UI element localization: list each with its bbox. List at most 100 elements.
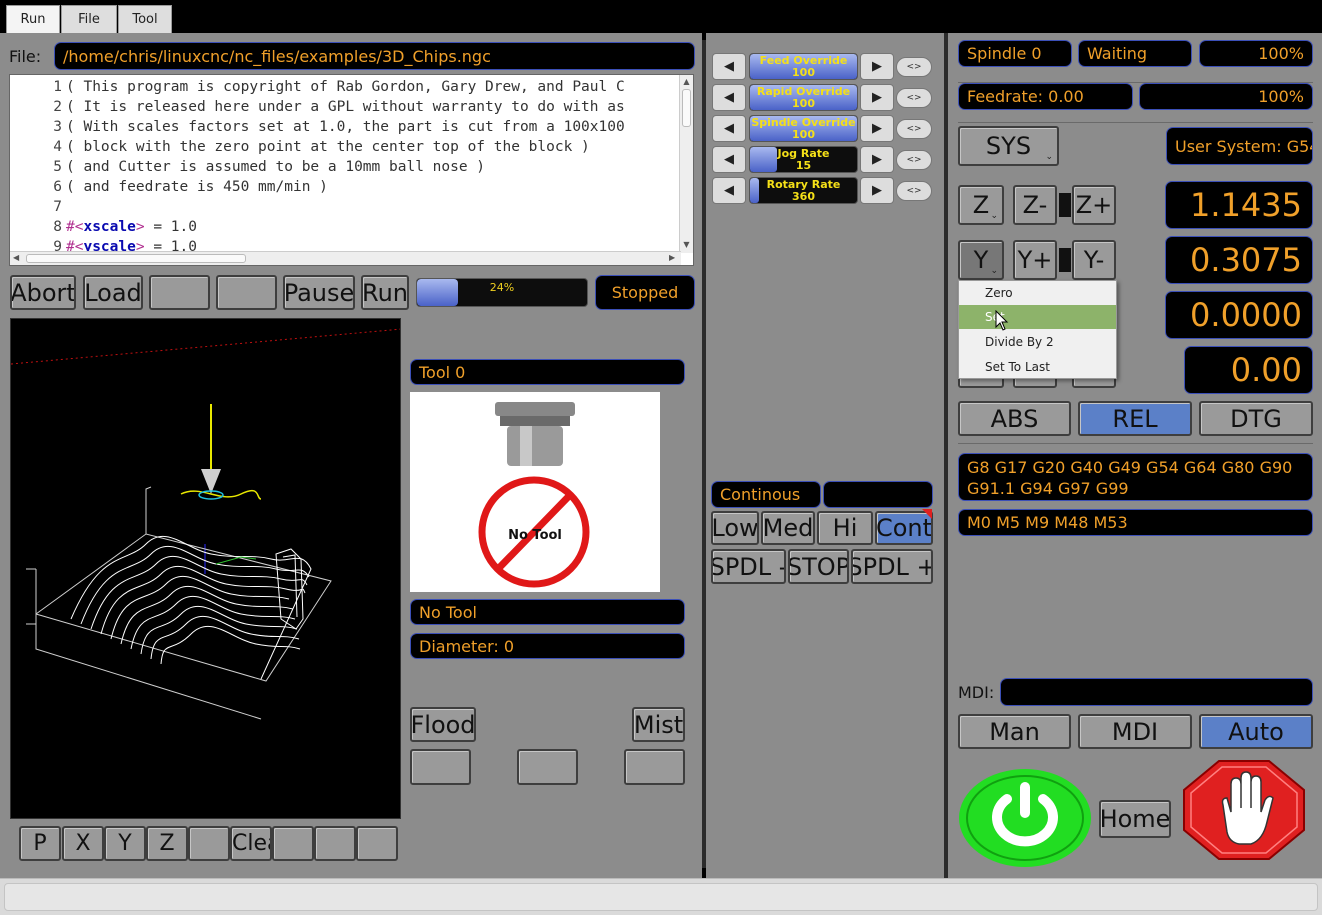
override-increase-button[interactable]: ▶ [860,146,894,173]
power-button[interactable] [957,767,1093,869]
preview-view-y-button[interactable]: Y [104,826,146,861]
override-increase-button[interactable]: ▶ [860,53,894,80]
jog-increment-med-button[interactable]: Med [761,511,815,545]
scroll-down-icon[interactable]: ▼ [681,240,692,250]
spindle-plus-button[interactable]: SPDL + [851,549,933,584]
slider-value: 100 [792,97,815,110]
scroll-thumb[interactable] [26,254,246,263]
mode-mdi-button[interactable]: MDI [1078,714,1192,749]
home-button[interactable]: Home [1099,800,1171,838]
scroll-up-icon[interactable]: ▲ [681,77,692,87]
override-increase-button[interactable]: ▶ [860,84,894,111]
user-system-display: User System: G54 [1166,127,1313,165]
mist-button[interactable]: Mist [632,707,685,742]
mode-manual-button[interactable]: Man [958,714,1071,749]
toolpath-plot [11,328,400,720]
pause-button[interactable]: Pause [283,275,355,310]
override-decrease-button[interactable]: ◀ [712,177,746,204]
override-decrease-button[interactable]: ◀ [712,146,746,173]
blank-button[interactable] [410,749,471,785]
feedrate-display: Feedrate: 0.00 [958,83,1133,110]
axis-z-select-button[interactable]: Z ⌄ [958,185,1004,225]
code-text: = 1.0 [144,219,197,235]
3d-preview[interactable] [10,318,401,819]
abort-button[interactable]: Abort [10,275,76,310]
override-preset-dropdown[interactable]: <> [896,88,932,108]
estop-button[interactable] [1183,760,1305,860]
override-decrease-button[interactable]: ◀ [712,115,746,142]
override-slider[interactable]: Rapid Override 100 [749,84,858,111]
jog-increment-low-button[interactable]: Low [711,511,759,545]
tab-run[interactable]: Run [6,5,60,33]
tab-file[interactable]: File [61,5,117,33]
vertical-scrollbar[interactable]: ▲ ▼ [679,75,693,253]
progress-bar: 24% [416,278,588,307]
spindle-minus-button[interactable]: SPDL - [711,549,786,584]
preview-clear-button[interactable]: Clea [230,826,272,861]
preview-view-z-button[interactable]: Z [146,826,188,861]
line-number: 1 [53,79,62,95]
scroll-right-icon[interactable]: ▶ [669,253,675,262]
override-preset-dropdown[interactable]: <> [896,181,932,201]
sys-button[interactable]: SYS ⌄ [958,126,1059,166]
menu-item-set[interactable]: Set [959,305,1116,329]
blank-button[interactable] [216,275,277,310]
jog-increment-hi-button[interactable]: Hi [817,511,873,545]
override-preset-dropdown[interactable]: <> [896,150,932,170]
menu-item-zero[interactable]: Zero [959,281,1116,305]
horizontal-scrollbar[interactable]: ◀ ▶ [10,251,681,265]
line-number: 7 [53,199,62,215]
override-slider[interactable]: Rotary Rate 360 [749,177,858,204]
code-line: 1( This program is copyright of Rab Gord… [10,77,624,97]
jog-z-minus-button[interactable]: Z- [1013,185,1057,225]
scroll-left-icon[interactable]: ◀ [13,253,19,262]
menu-item-set-to-last[interactable]: Set To Last [959,355,1116,379]
jog-z-plus-button[interactable]: Z+ [1072,185,1116,225]
override-slider[interactable]: Jog Rate 15 [749,146,858,173]
code-line: 2( It is released here under a GPL witho… [10,97,624,117]
blank-button[interactable] [314,826,356,861]
override-slider[interactable]: Spindle Override 100 [749,115,858,142]
mdi-label: MDI: [958,683,995,702]
preview-view-x-button[interactable]: X [62,826,104,861]
run-button[interactable]: Run [361,275,409,310]
mdi-input[interactable] [1000,678,1313,706]
spindle-stop-button[interactable]: STOP [788,549,849,584]
blank-button[interactable] [624,749,685,785]
tab-tool[interactable]: Tool [118,5,172,33]
blank-button[interactable] [517,749,578,785]
scroll-thumb[interactable] [682,89,691,127]
override-slider[interactable]: Feed Override 100 [749,53,858,80]
override-decrease-button[interactable]: ◀ [712,84,746,111]
mode-auto-button[interactable]: Auto [1199,714,1313,749]
menu-item-divide-by-2[interactable]: Divide By 2 [959,330,1116,354]
override-decrease-button[interactable]: ◀ [712,53,746,80]
load-button[interactable]: Load [83,275,143,310]
jog-mode-value [823,481,933,508]
dro-dtg-button[interactable]: DTG [1199,401,1313,436]
jog-y-minus-button[interactable]: Y- [1072,240,1116,280]
line-number: 4 [53,139,62,155]
flood-button[interactable]: Flood [410,707,476,742]
override-increase-button[interactable]: ▶ [860,115,894,142]
override-preset-dropdown[interactable]: <> [896,119,932,139]
gcode-editor[interactable]: 1( This program is copyright of Rab Gord… [9,74,694,266]
blank-button[interactable] [149,275,210,310]
jog-mode-display: Continous [711,481,821,508]
override-preset-dropdown[interactable]: <> [896,57,932,77]
active-marker-icon [922,509,932,519]
axis-y-select-button[interactable]: Y ⌄ [958,240,1004,280]
blank-button[interactable] [188,826,230,861]
code-line: 4( block with the zero point at the cent… [10,137,625,157]
blank-button[interactable] [356,826,398,861]
dro-abs-button[interactable]: ABS [958,401,1071,436]
blank-button[interactable] [272,826,314,861]
jog-y-plus-button[interactable]: Y+ [1013,240,1057,280]
preview-view-p-button[interactable]: P [19,826,61,861]
dro-rel-button[interactable]: REL [1078,401,1192,436]
progress-label: 24% [489,281,515,294]
code-line: 8 #<xscale> = 1.0 [10,217,625,237]
dro-y-value: 0.3075 [1165,236,1313,284]
override-increase-button[interactable]: ▶ [860,177,894,204]
file-path-display: /home/chris/linuxcnc/nc_files/examples/3… [54,42,695,70]
